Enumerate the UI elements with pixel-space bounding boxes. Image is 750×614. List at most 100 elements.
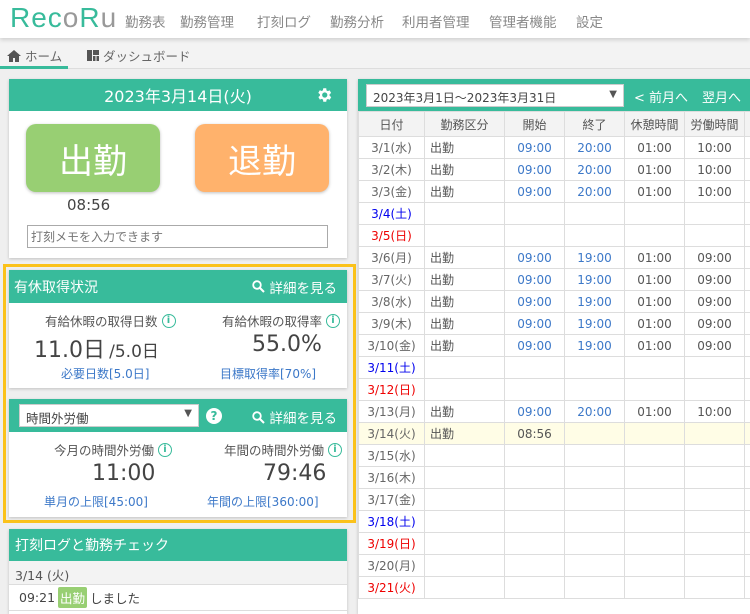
date-range-select[interactable]: 2023年3月1日～2023年3月31日 ▼ bbox=[366, 84, 624, 107]
table-row[interactable]: 3/12(日) bbox=[358, 378, 750, 401]
recoru-logo[interactable]: RecoRu bbox=[10, 2, 117, 34]
cell-work: 09:00 bbox=[684, 334, 745, 357]
cell-kind: 出勤 bbox=[424, 136, 505, 159]
cell-start: 09:00 bbox=[504, 136, 565, 159]
cell-start: 09:00 bbox=[504, 158, 565, 181]
cell-end: 20:00 bbox=[564, 158, 625, 181]
leave-rate-label: 有給休暇の取得率 i bbox=[222, 311, 341, 330]
cell-start bbox=[504, 466, 565, 489]
table-row[interactable]: 3/11(土) bbox=[358, 356, 750, 379]
cell-end: 20:00 bbox=[564, 180, 625, 203]
cell-extra bbox=[744, 180, 750, 203]
cell-date: 3/8(水) bbox=[358, 290, 425, 313]
cell-work bbox=[684, 202, 745, 225]
nav-attendance-management[interactable]: 勤務管理 bbox=[180, 11, 234, 31]
table-row[interactable]: 3/7(火) 出勤 09:00 19:00 01:00 09:00 bbox=[358, 268, 750, 291]
paid-leave-detail-link[interactable]: 詳細を見る bbox=[251, 277, 337, 297]
timesheet-panel: 2023年3月1日～2023年3月31日 ▼ < 前月へ 翌月へ 日付 勤務区分 開始… bbox=[358, 79, 750, 614]
table-row[interactable]: 3/8(水) 出勤 09:00 19:00 01:00 09:00 bbox=[358, 290, 750, 313]
cell-work: 10:00 bbox=[684, 400, 745, 423]
leave-days-value: 11.0日 /5.0日 bbox=[34, 332, 159, 364]
dashboard-icon bbox=[87, 50, 99, 61]
days-taken: 11.0日 bbox=[34, 338, 105, 363]
cell-work bbox=[684, 444, 745, 467]
search-icon bbox=[251, 280, 265, 293]
overtime-detail-link[interactable]: 詳細を見る bbox=[251, 407, 337, 427]
cell-start bbox=[504, 532, 565, 555]
table-row[interactable]: 3/17(金) bbox=[358, 488, 750, 511]
paid-leave-title: 有休取得状況 bbox=[14, 279, 98, 296]
help-icon[interactable]: ? bbox=[206, 408, 222, 424]
nav-settings[interactable]: 設定 bbox=[576, 11, 603, 31]
table-row[interactable]: 3/6(月) 出勤 09:00 19:00 01:00 09:00 bbox=[358, 246, 750, 269]
table-row[interactable]: 3/3(金) 出勤 09:00 20:00 01:00 10:00 bbox=[358, 180, 750, 203]
next-month-link[interactable]: 翌月へ bbox=[702, 87, 741, 106]
cell-start bbox=[504, 378, 565, 401]
table-row[interactable]: 3/13(月) 出勤 09:00 20:00 01:00 10:00 bbox=[358, 400, 750, 423]
table-row[interactable]: 3/18(土) bbox=[358, 510, 750, 533]
cell-date: 3/12(日) bbox=[358, 378, 425, 401]
cell-kind: 出勤 bbox=[424, 422, 505, 445]
table-row[interactable]: 3/1(水) 出勤 09:00 20:00 01:00 10:00 bbox=[358, 136, 750, 159]
tab-dashboard[interactable]: ダッシュボード bbox=[87, 46, 191, 65]
table-row[interactable]: 3/15(水) bbox=[358, 444, 750, 467]
prev-month-link[interactable]: < 前月へ bbox=[634, 87, 688, 106]
table-row[interactable]: 3/14(火) 出勤 08:56 bbox=[358, 422, 750, 445]
month-limit: 単月の上限[45:00] bbox=[44, 495, 148, 509]
nav-attendance-analysis[interactable]: 勤務分析 bbox=[330, 11, 384, 31]
cell-work bbox=[684, 378, 745, 401]
cell-kind bbox=[424, 576, 505, 599]
punch-memo-input[interactable] bbox=[27, 225, 328, 248]
cell-start bbox=[504, 202, 565, 225]
table-row[interactable]: 3/9(木) 出勤 09:00 19:00 01:00 09:00 bbox=[358, 312, 750, 335]
gear-icon[interactable] bbox=[315, 86, 333, 104]
info-icon[interactable]: i bbox=[158, 442, 173, 457]
table-row[interactable]: 3/2(木) 出勤 09:00 20:00 01:00 10:00 bbox=[358, 158, 750, 181]
table-row[interactable]: 3/10(金) 出勤 09:00 19:00 01:00 09:00 bbox=[358, 334, 750, 357]
cell-work: 10:00 bbox=[684, 158, 745, 181]
info-icon[interactable]: i bbox=[161, 313, 176, 328]
punch-log-title: 打刻ログと勤務チェック bbox=[9, 529, 347, 561]
nav-admin-functions[interactable]: 管理者機能 bbox=[489, 11, 557, 31]
chevron-down-icon: ▼ bbox=[609, 89, 617, 100]
info-icon[interactable]: i bbox=[326, 313, 341, 328]
nav-timesheet[interactable]: 勤務表 bbox=[125, 11, 166, 31]
paid-leave-card: 有休取得状況 詳細を見る 有給休暇の取得日数 i 11.0日 /5.0日 必要日数… bbox=[9, 270, 347, 388]
cell-break bbox=[624, 576, 685, 599]
tab-home[interactable]: ホーム bbox=[7, 46, 62, 65]
clock-out-button[interactable]: 退勤 bbox=[195, 124, 329, 192]
cell-kind bbox=[424, 488, 505, 511]
cell-work bbox=[684, 554, 745, 577]
table-row[interactable]: 3/21(火) bbox=[358, 576, 750, 599]
table-row[interactable]: 3/16(木) bbox=[358, 466, 750, 489]
cell-end: 19:00 bbox=[564, 312, 625, 335]
nav-punch-log[interactable]: 打刻ログ bbox=[257, 11, 311, 31]
table-row[interactable]: 3/4(土) bbox=[358, 202, 750, 225]
cell-extra bbox=[744, 224, 750, 247]
timesheet-table: 日付 勤務区分 開始 終了 休憩時間 労働時間 3/1(水) 出勤 09:00 20:00 01:… bbox=[358, 111, 750, 599]
info-icon[interactable]: i bbox=[328, 442, 343, 457]
cell-start bbox=[504, 224, 565, 247]
table-row[interactable]: 3/5(日) bbox=[358, 224, 750, 247]
cell-extra bbox=[744, 488, 750, 511]
cell-break bbox=[624, 466, 685, 489]
cell-kind bbox=[424, 554, 505, 577]
nav-user-management[interactable]: 利用者管理 bbox=[402, 11, 470, 31]
table-row[interactable]: 3/20(月) bbox=[358, 554, 750, 577]
cell-work: 09:00 bbox=[684, 312, 745, 335]
table-row[interactable]: 3/19(日) bbox=[358, 532, 750, 555]
cell-extra bbox=[744, 334, 750, 357]
overtime-select[interactable]: 時間外労働 ▼ bbox=[19, 404, 199, 427]
cell-break: 01:00 bbox=[624, 158, 685, 181]
cell-extra bbox=[744, 466, 750, 489]
cell-break: 01:00 bbox=[624, 290, 685, 313]
cell-extra bbox=[744, 202, 750, 225]
column-header: 労働時間 bbox=[684, 111, 745, 137]
leave-days-label: 有給休暇の取得日数 i bbox=[45, 311, 176, 330]
cell-end: 19:00 bbox=[564, 268, 625, 291]
clock-in-button[interactable]: 出勤 bbox=[26, 124, 160, 192]
cell-kind: 出勤 bbox=[424, 312, 505, 335]
column-header: 終了 bbox=[564, 111, 625, 137]
cell-work: 10:00 bbox=[684, 180, 745, 203]
sub-navbar: ホーム ダッシュボード bbox=[0, 38, 750, 69]
